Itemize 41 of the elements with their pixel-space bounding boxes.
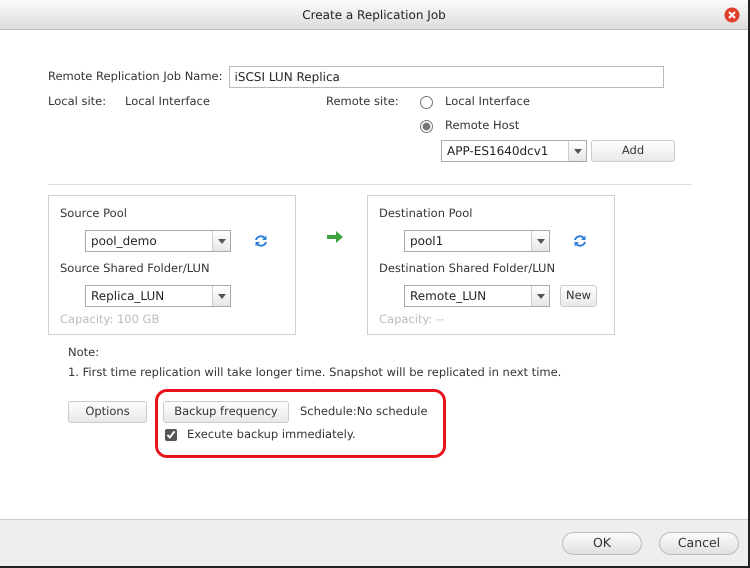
add-button[interactable]: Add	[591, 140, 675, 162]
pool-dropdown[interactable]: pool1	[404, 230, 550, 252]
host-dropdown[interactable]: APP-ES1640dcv1	[441, 140, 587, 162]
options-button[interactable]: Options	[68, 401, 147, 423]
schedule-text: Schedule:No schedule	[300, 403, 428, 420]
field-label: Source Pool	[60, 205, 128, 222]
field-label: Destination Pool	[379, 205, 474, 222]
field-label: Remote site:	[326, 93, 400, 110]
cancel-button[interactable]: Cancel	[659, 532, 739, 554]
backup-frequency-button[interactable]: Backup frequency	[163, 401, 289, 423]
caret-icon	[536, 294, 544, 298]
radio-label: Local Interface	[445, 93, 530, 110]
right-arrow-icon	[327, 230, 343, 244]
close-icon[interactable]	[724, 7, 740, 23]
checkbox[interactable]	[165, 428, 177, 441]
field-label: Remote Replication Job Name:	[48, 68, 223, 86]
pool-dropdown[interactable]: pool_demo	[85, 230, 231, 252]
caret-icon	[574, 148, 582, 154]
note-title: Note:	[68, 344, 100, 361]
field-label: Local site:	[48, 93, 108, 110]
folder-dropdown[interactable]: Remote_LUN	[404, 285, 550, 307]
caret-icon	[218, 238, 226, 244]
window-title: Create a Replication Job	[302, 6, 446, 24]
new-button[interactable]: New	[560, 285, 598, 307]
folder-dropdown[interactable]: Replica_LUN	[85, 285, 231, 307]
radio-button[interactable]	[420, 120, 433, 132]
radio-button[interactable]	[420, 96, 433, 108]
note-text: 1. First time replication will take longer time. Snapshot will be replicated in next time.	[68, 364, 562, 381]
capacity-text: Capacity: 100 GB	[60, 311, 160, 328]
job-name-field[interactable]: iSCSI LUN Replica	[228, 66, 664, 88]
caret-icon	[536, 238, 544, 244]
radio-label: Remote Host	[445, 117, 520, 134]
ok-button[interactable]: OK	[562, 532, 642, 554]
capacity-text: Capacity: --	[379, 311, 446, 328]
refresh-icon[interactable]	[253, 233, 269, 249]
field-label: Source Shared Folder/LUN	[60, 260, 211, 277]
field-label: Destination Shared Folder/LUN	[379, 260, 556, 277]
caret-icon	[218, 294, 226, 298]
checkbox-label: Execute backup immediately.	[187, 426, 356, 443]
field-value: Local Interface	[125, 93, 211, 110]
refresh-icon[interactable]	[572, 233, 588, 249]
